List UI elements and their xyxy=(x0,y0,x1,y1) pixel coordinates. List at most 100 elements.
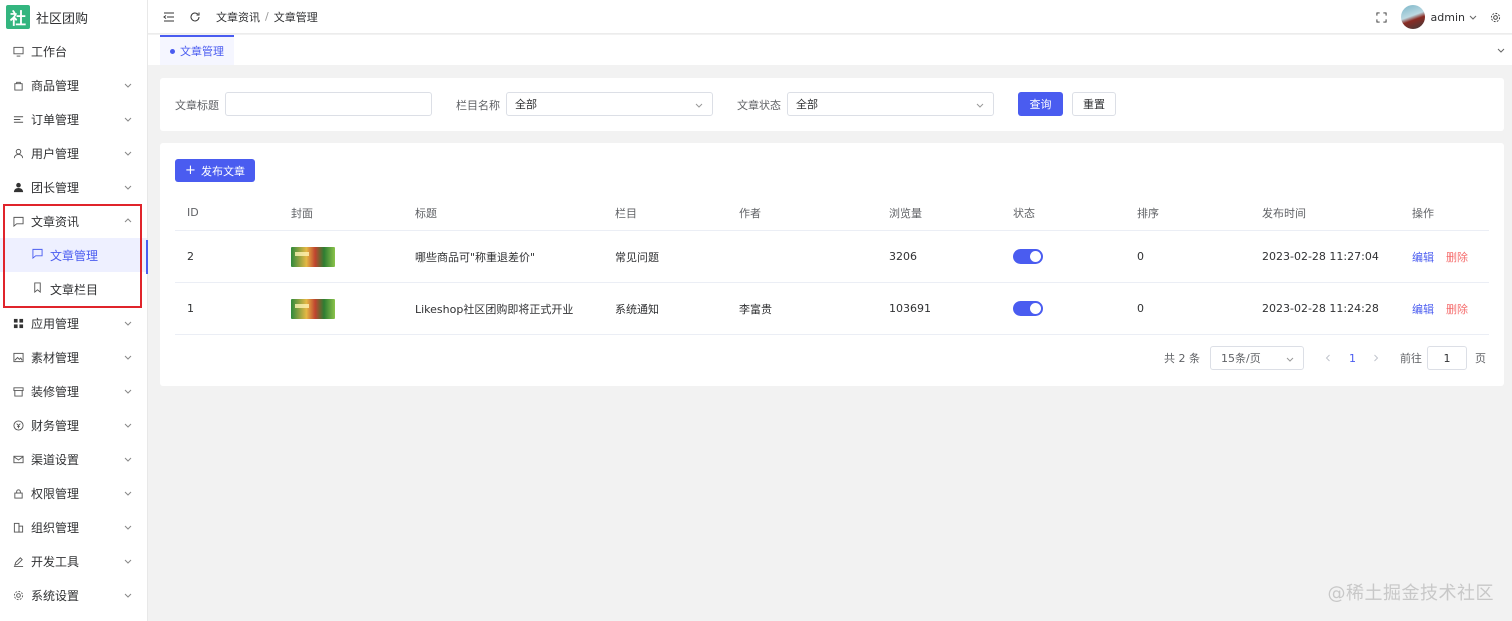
chevron-down-icon xyxy=(124,457,132,462)
logo[interactable]: 社 社区团购 xyxy=(0,0,147,34)
column-header: 浏览量 xyxy=(889,206,922,220)
cell-id: 2 xyxy=(187,250,194,263)
publish-article-label: 发布文章 xyxy=(200,164,245,178)
chevron-down-icon xyxy=(124,389,132,394)
delete-link[interactable]: 删除 xyxy=(1446,249,1468,265)
sidebar-item-organization[interactable]: 组织管理 xyxy=(0,510,147,544)
mail-icon xyxy=(12,453,24,465)
bookmark-icon xyxy=(32,282,43,296)
cell-actions: 编辑 删除 xyxy=(1412,231,1468,282)
chevron-down-icon xyxy=(124,151,132,156)
sidebar-item-label: 工作台 xyxy=(31,44,68,59)
cell-status xyxy=(1013,231,1043,282)
sidebar-item-label: 组织管理 xyxy=(31,520,80,535)
goto-page-input[interactable]: 1 xyxy=(1427,346,1467,370)
picture-icon xyxy=(12,351,24,363)
page-size-value: 15条/页 xyxy=(1221,352,1261,365)
status-filter-select[interactable]: 全部 xyxy=(787,92,994,116)
sidebar-item-users[interactable]: 用户管理 xyxy=(0,136,147,170)
sidebar-item-finance[interactable]: 财务管理 xyxy=(0,408,147,442)
chevron-left-icon xyxy=(1325,354,1330,362)
sidebar-item-label: 渠道设置 xyxy=(31,452,80,467)
chevron-down-icon xyxy=(124,83,132,88)
breadcrumb-item[interactable]: 文章资讯 xyxy=(216,9,260,25)
cover-thumbnail[interactable] xyxy=(291,298,335,319)
sidebar-item-workbench[interactable]: 工作台 xyxy=(0,34,147,68)
sidebar-subitem-article-manage[interactable]: 文章管理 xyxy=(0,238,147,272)
cell-time: 2023-02-28 11:27:04 xyxy=(1262,250,1379,263)
column-header: 栏目 xyxy=(615,206,637,220)
goto-label: 前往 xyxy=(1400,352,1422,365)
title-filter-input[interactable] xyxy=(225,92,432,116)
column-filter-value: 全部 xyxy=(515,98,537,111)
active-indicator xyxy=(146,240,148,274)
edit-link[interactable]: 编辑 xyxy=(1412,249,1434,265)
edit-link[interactable]: 编辑 xyxy=(1412,301,1434,317)
plus-icon: + xyxy=(185,163,196,178)
user-name[interactable]: admin xyxy=(1431,11,1465,24)
cover-thumbnail[interactable] xyxy=(291,246,335,267)
sidebar-subitem-article-column[interactable]: 文章栏目 xyxy=(0,272,147,306)
column-filter-label: 栏目名称 xyxy=(456,99,500,112)
column-header: 标题 xyxy=(415,206,437,220)
reset-button[interactable]: 重置 xyxy=(1072,92,1116,116)
settings-icon[interactable] xyxy=(1488,10,1502,24)
next-page-button[interactable] xyxy=(1371,346,1381,370)
chat-icon xyxy=(32,248,43,262)
cell-status xyxy=(1013,283,1043,334)
chevron-down-icon xyxy=(124,321,132,326)
fold-menu-icon[interactable] xyxy=(162,10,176,24)
title-filter-label: 文章标题 xyxy=(175,99,219,112)
lock-icon xyxy=(12,487,24,499)
sidebar-item-settings[interactable]: 系统设置 xyxy=(0,578,147,612)
status-toggle[interactable] xyxy=(1013,301,1043,316)
gear-icon xyxy=(12,589,24,601)
sidebar-item-label: 应用管理 xyxy=(31,316,80,331)
avatar[interactable] xyxy=(1400,5,1425,29)
column-filter-select[interactable]: 全部 xyxy=(506,92,713,116)
sidebar-item-permissions[interactable]: 权限管理 xyxy=(0,476,147,510)
chevron-down-icon[interactable] xyxy=(1468,12,1478,22)
sidebar-item-leaders[interactable]: 团长管理 xyxy=(0,170,147,204)
tab-article-manage[interactable]: 文章管理 xyxy=(160,35,234,65)
fullscreen-icon[interactable] xyxy=(1375,10,1389,24)
table-card: + 发布文章 ID 封面 标题 栏目 作者 浏览量 状态 排序 发布时间 操作 … xyxy=(160,143,1504,386)
status-toggle[interactable] xyxy=(1013,249,1043,264)
logo-mark: 社 xyxy=(6,5,30,29)
sidebar-item-label: 商品管理 xyxy=(31,78,80,93)
column-header: 状态 xyxy=(1013,206,1035,220)
watermark: @稀土掘金技术社区 xyxy=(1327,583,1494,604)
publish-article-button[interactable]: + 发布文章 xyxy=(175,159,255,182)
chevron-down-icon xyxy=(976,103,984,108)
sidebar-item-articles[interactable]: 文章资讯 xyxy=(0,204,147,238)
sidebar-item-label: 系统设置 xyxy=(31,588,80,603)
column-header: 操作 xyxy=(1412,206,1434,220)
page-size-select[interactable]: 15条/页 xyxy=(1210,346,1304,370)
sidebar-item-apps[interactable]: 应用管理 xyxy=(0,306,147,340)
cell-author: 李富贵 xyxy=(739,302,772,316)
cell-id: 1 xyxy=(187,302,194,315)
delete-link[interactable]: 删除 xyxy=(1446,301,1468,317)
sidebar-item-materials[interactable]: 素材管理 xyxy=(0,340,147,374)
chevron-down-icon[interactable] xyxy=(1496,45,1506,55)
tab-label: 文章管理 xyxy=(180,45,224,58)
column-header: 封面 xyxy=(291,206,313,220)
page-number-current[interactable]: 1 xyxy=(1349,346,1356,370)
prev-page-button[interactable] xyxy=(1323,346,1333,370)
cell-sort: 0 xyxy=(1137,250,1144,263)
sidebar-subitem-label: 文章管理 xyxy=(50,248,99,263)
column-header: 作者 xyxy=(739,206,761,220)
sidebar-item-orders[interactable]: 订单管理 xyxy=(0,102,147,136)
cell-cover xyxy=(291,231,335,282)
search-button[interactable]: 查询 xyxy=(1018,92,1063,116)
app-root: 社 社区团购 工作台 商品管理 订单管理 用户管理 团长管理 文章资讯 文章管理… xyxy=(0,0,1512,621)
grid-icon xyxy=(12,317,24,329)
sidebar-item-channels[interactable]: 渠道设置 xyxy=(0,442,147,476)
sidebar-item-decoration[interactable]: 装修管理 xyxy=(0,374,147,408)
cell-time: 2023-02-28 11:24:28 xyxy=(1262,302,1379,315)
sidebar-item-devtools[interactable]: 开发工具 xyxy=(0,544,147,578)
sidebar: 社 社区团购 工作台 商品管理 订单管理 用户管理 团长管理 文章资讯 文章管理… xyxy=(0,0,148,621)
chevron-down-icon xyxy=(124,525,132,530)
refresh-icon[interactable] xyxy=(188,10,202,24)
sidebar-item-goods[interactable]: 商品管理 xyxy=(0,68,147,102)
